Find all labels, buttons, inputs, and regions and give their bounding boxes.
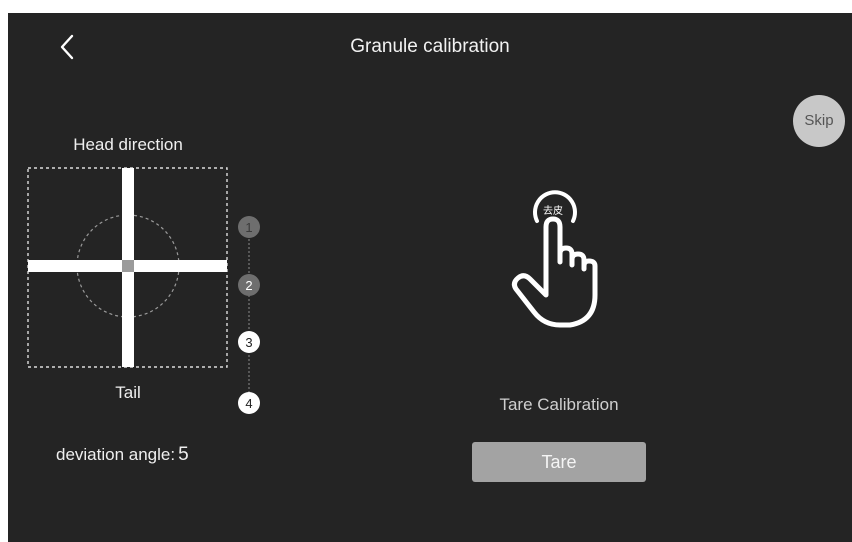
calibration-screen: Granule calibration Skip Head direction … xyxy=(8,13,852,542)
tare-button[interactable]: Tare xyxy=(472,442,646,482)
center-marker xyxy=(122,260,134,272)
deviation-label: deviation angle: xyxy=(56,445,176,464)
tail-label: Tail xyxy=(115,383,141,402)
deviation-value: 5 xyxy=(178,444,189,465)
step-2: 2 xyxy=(238,274,260,296)
step-4-label: 4 xyxy=(245,396,252,411)
skip-button[interactable]: Skip xyxy=(793,95,845,147)
head-direction-label: Head direction xyxy=(73,135,183,154)
step-3: 3 xyxy=(238,331,260,353)
step-1: 1 xyxy=(238,216,260,238)
step-3-label: 3 xyxy=(245,335,252,350)
granule-direction-diagram: 1 2 3 4 xyxy=(27,167,260,414)
deviation-angle: deviation angle: 5 xyxy=(56,443,189,467)
step-1-label: 1 xyxy=(245,220,252,235)
hand-outline xyxy=(511,216,598,328)
tare-badge: 去皮 xyxy=(543,204,563,217)
step-4: 4 xyxy=(238,392,260,414)
tare-calibration-caption: Tare Calibration xyxy=(499,395,619,414)
step-2-label: 2 xyxy=(245,278,252,293)
page-title: Granule calibration xyxy=(350,36,510,57)
tap-hand-icon: 去皮 xyxy=(511,190,598,328)
